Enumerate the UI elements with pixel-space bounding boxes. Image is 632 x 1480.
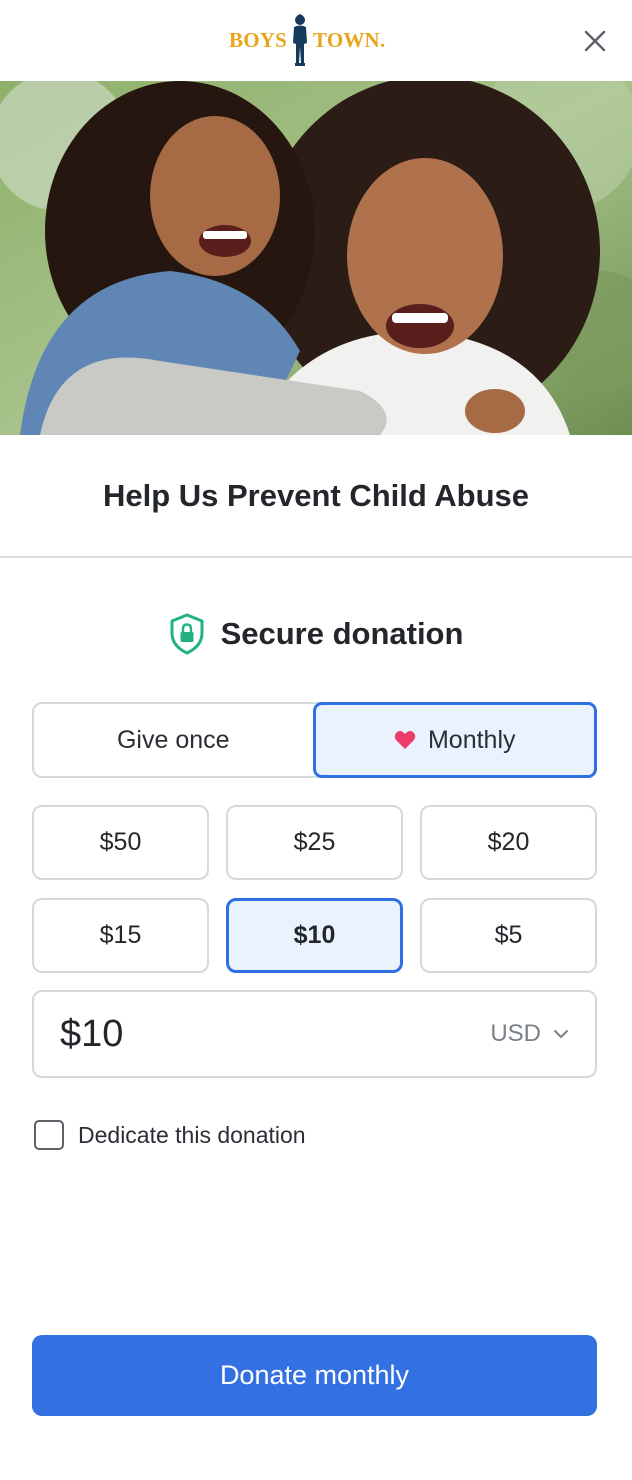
monthly-label: Monthly [427,725,516,754]
amount-option-label: $15 [99,921,142,949]
amount-option-25[interactable]: $25 [226,805,403,880]
header: BOYS TOWN. [0,0,632,81]
logo-text-right: TOWN. [313,27,386,52]
title-section: Help Us Prevent Child Abuse [0,435,632,558]
hero-photo [0,81,632,435]
donate-button-label: Donate monthly [219,1360,410,1390]
give-once-option[interactable]: Give once [34,704,313,776]
heart-icon [394,731,416,749]
close-button[interactable] [578,24,612,58]
page-title: Help Us Prevent Child Abuse [102,477,530,513]
amount-option-50[interactable]: $50 [32,805,209,880]
boys-town-logo: BOYS TOWN. [229,12,385,68]
logo-figure-icon [293,14,307,66]
amount-input[interactable]: $10 USD [32,990,597,1078]
shield-lock-icon [170,613,204,655]
currency-select[interactable]: USD [490,1020,569,1048]
amount-option-label: $10 [293,921,336,949]
amount-option-label: $25 [293,828,336,856]
amount-option-5[interactable]: $5 [420,898,597,973]
close-icon [584,30,606,52]
amount-option-15[interactable]: $15 [32,898,209,973]
amount-option-label: $5 [494,921,523,949]
amount-option-label: $50 [99,828,142,856]
currency-label: USD [490,1020,541,1047]
amount-option-20[interactable]: $20 [420,805,597,880]
amount-option-10[interactable]: $10 [226,898,403,973]
monthly-option[interactable]: Monthly [312,702,597,778]
dedicate-donation-row[interactable]: Dedicate this donation [34,1120,306,1150]
donate-monthly-button[interactable]: Donate monthly [32,1335,597,1416]
dedicate-label: Dedicate this donation [78,1121,306,1148]
dedicate-checkbox[interactable] [34,1120,64,1150]
chevron-down-icon [554,1030,568,1038]
amount-options: $50 $25 $20 $15 $10 $5 [32,805,597,973]
secure-donation-heading: Secure donation [0,610,632,658]
amount-value[interactable]: $10 [60,1013,490,1056]
amount-option-label: $20 [487,828,530,856]
give-once-label: Give once [116,725,230,754]
hero-image [0,81,632,435]
frequency-toggle: Give once Monthly [32,702,597,778]
logo-text-left: BOYS [229,27,287,52]
secure-donation-label: Secure donation [220,616,464,651]
